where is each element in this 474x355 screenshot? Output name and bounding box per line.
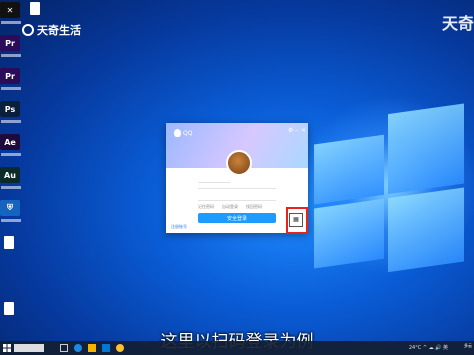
edge-icon[interactable] <box>74 344 82 352</box>
clock[interactable]: 多云 <box>464 343 472 348</box>
password-field[interactable] <box>198 192 276 201</box>
desktop-icon-label <box>1 153 21 156</box>
taskbar: 24°C ^ ☁ 🔊 英 多云 <box>0 341 474 355</box>
minimize-icon[interactable]: – <box>295 127 298 134</box>
premiere-icon-2[interactable]: Pr <box>0 68 20 84</box>
qq-title: QQ <box>183 129 193 137</box>
register-link[interactable]: 注册账号 <box>171 224 187 230</box>
premiere-icon[interactable]: Pr <box>0 35 20 51</box>
photoshop-icon[interactable]: Ps <box>0 101 20 117</box>
brand-logo-icon <box>22 24 34 36</box>
audition-icon[interactable]: Au <box>0 167 20 183</box>
qr-highlight-box <box>286 207 308 234</box>
qq-penguin-icon <box>174 129 181 137</box>
desktop-icon-label <box>1 54 21 57</box>
document-file-icon[interactable] <box>4 302 14 315</box>
login-options: 记住密码 自动登录 找回密码 <box>198 204 262 210</box>
account-field[interactable]: ———————— <box>198 180 276 189</box>
capcut-icon[interactable]: ✕ <box>0 2 20 18</box>
task-view-icon[interactable] <box>60 344 68 352</box>
desktop-icon-label <box>1 219 21 222</box>
store-icon[interactable] <box>102 344 110 352</box>
system-tray[interactable]: 24°C ^ ☁ 🔊 英 <box>409 344 448 351</box>
file-explorer-icon[interactable] <box>88 344 96 352</box>
after-effects-icon[interactable]: Ae <box>0 134 20 150</box>
auto-login-checkbox[interactable]: 自动登录 <box>222 204 238 210</box>
desktop-icon-label <box>1 120 21 123</box>
windows-logo-wallpaper <box>314 95 464 276</box>
corner-logo: 天奇 <box>441 14 474 33</box>
document-file-icon[interactable] <box>4 236 14 249</box>
brand-watermark-text: 天奇生活 <box>37 24 81 37</box>
desktop-icon-label <box>1 186 21 189</box>
chrome-icon[interactable] <box>116 344 124 352</box>
remember-password-checkbox[interactable]: 记住密码 <box>198 204 214 210</box>
qq-title-bar: QQ <box>174 129 192 137</box>
tray-temp: 24°C <box>408 345 422 351</box>
desktop-icon-label <box>1 21 21 24</box>
security-shield-icon[interactable]: ⛨ <box>0 200 20 216</box>
document-file-icon[interactable] <box>30 2 40 15</box>
desktop-icon-label <box>1 87 21 90</box>
login-button[interactable]: 安全登录 <box>198 213 276 223</box>
tray-icons: ^ ☁ 🔊 英 <box>422 345 448 351</box>
find-password-link[interactable]: 找回密码 <box>246 204 262 210</box>
search-box[interactable] <box>14 344 44 352</box>
avatar[interactable] <box>226 150 252 176</box>
close-icon[interactable]: × <box>301 127 306 134</box>
windows-start-icon[interactable] <box>3 344 11 352</box>
settings-icon[interactable]: ⚙ <box>288 127 293 134</box>
brand-watermark: 天奇生活 <box>22 22 81 38</box>
